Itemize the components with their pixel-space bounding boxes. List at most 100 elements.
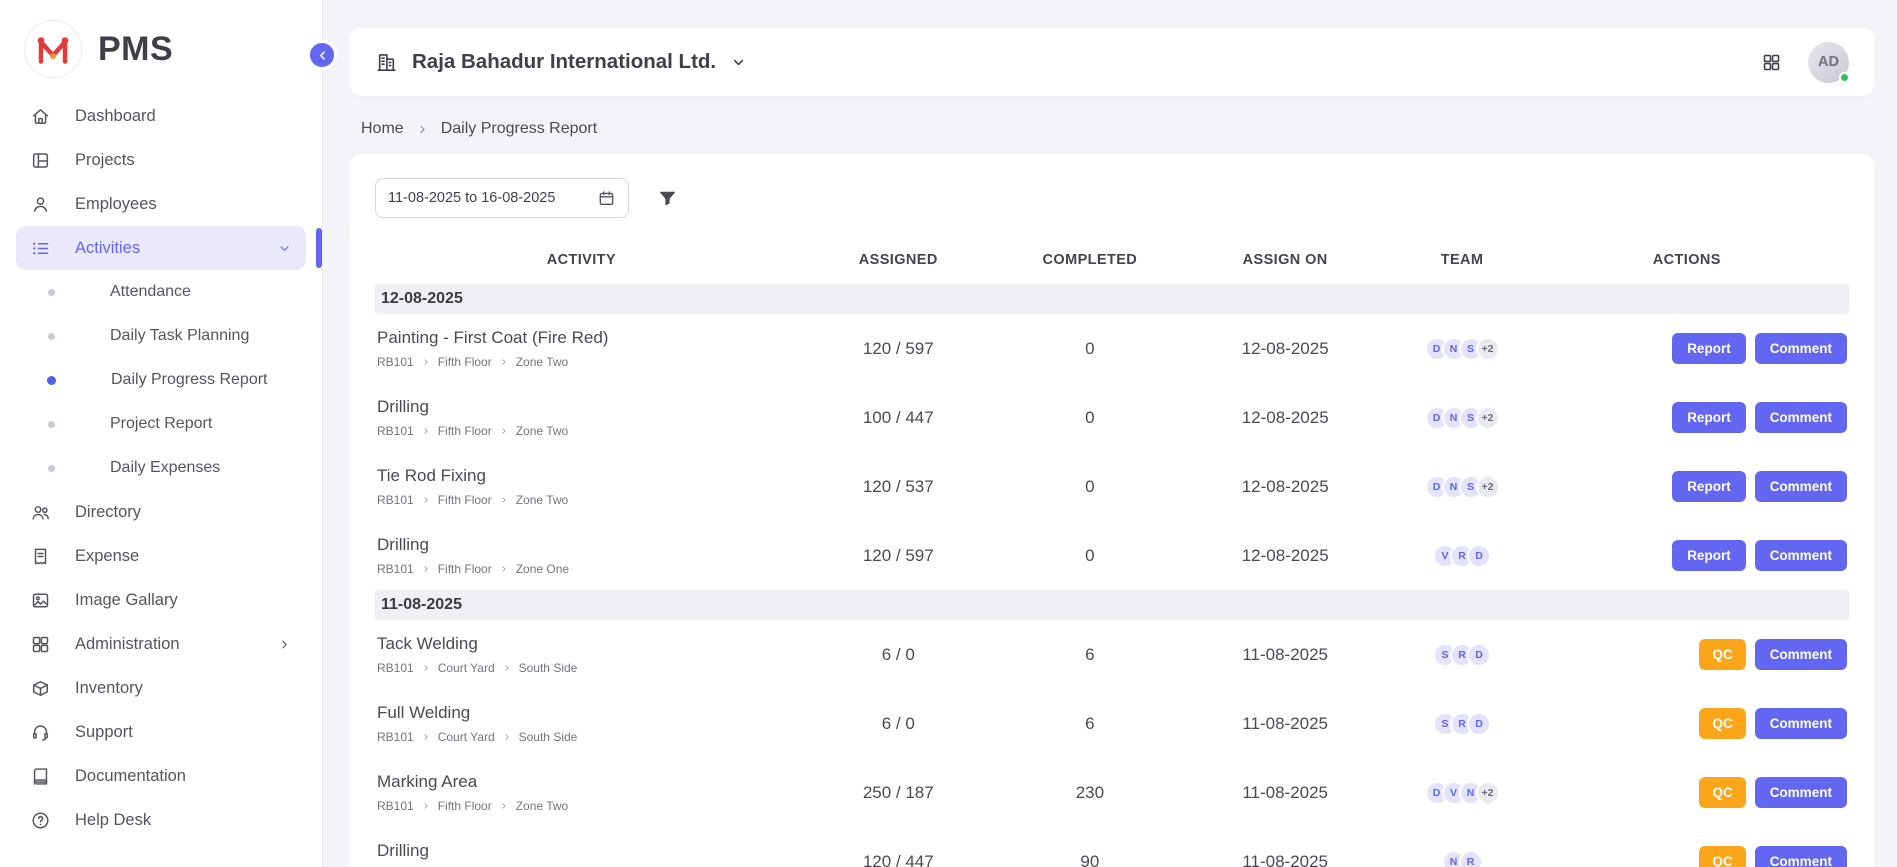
qc-button[interactable]: QC	[1699, 639, 1745, 670]
sidebar-subitem-daily-task-planning[interactable]: Daily Task Planning	[16, 314, 306, 358]
chevron-down-icon	[730, 54, 747, 71]
comment-button[interactable]: Comment	[1755, 540, 1847, 571]
assigned-value: 100 / 447	[788, 408, 1009, 428]
sidebar-item-expense[interactable]: Expense	[16, 534, 306, 578]
date-range-input[interactable]: 11-08-2025 to 16-08-2025	[375, 178, 629, 218]
sidebar-item-label: Image Gallary	[75, 591, 178, 610]
completed-value: 0	[1009, 546, 1171, 566]
sidebar-item-administration[interactable]: Administration	[16, 622, 306, 666]
app-logo[interactable]: PMS	[0, 0, 322, 90]
chevron-right-icon	[421, 801, 431, 811]
sidebar-item-image-gallary[interactable]: Image Gallary	[16, 578, 306, 622]
completed-value: 230	[1009, 783, 1171, 803]
team-avatars: DVN+2	[1399, 781, 1524, 805]
team-avatar[interactable]: D	[1467, 643, 1491, 667]
sidebar-item-label: Administration	[75, 635, 180, 654]
qc-button[interactable]: QC	[1699, 708, 1745, 739]
sidebar-item-employees[interactable]: Employees	[16, 182, 306, 226]
comment-button[interactable]: Comment	[1755, 777, 1847, 808]
qc-button[interactable]: QC	[1699, 846, 1745, 867]
assign-on-value: 12-08-2025	[1171, 546, 1399, 566]
sidebar-item-documentation[interactable]: Documentation	[16, 754, 306, 798]
pms-logo-m-icon	[35, 33, 71, 66]
bullet-icon	[47, 376, 56, 385]
sidebar-subitem-label: Attendance	[110, 283, 191, 301]
team-more-badge[interactable]: +2	[1476, 337, 1500, 361]
projects-icon	[30, 150, 51, 171]
sidebar-item-projects[interactable]: Projects	[16, 138, 306, 182]
sidebar-item-activities[interactable]: Activities	[16, 226, 306, 270]
breadcrumb: Home Daily Progress Report	[361, 120, 1875, 138]
breadcrumb-home[interactable]: Home	[361, 120, 404, 138]
report-button[interactable]: Report	[1672, 402, 1746, 433]
sidebar-item-label: Documentation	[75, 767, 186, 786]
sidebar-item-directory[interactable]: Directory	[16, 490, 306, 534]
sidebar-subitem-daily-progress-report[interactable]: Daily Progress Report	[16, 358, 306, 402]
path-segment: Zone Two	[516, 493, 568, 507]
sidebar-subitem-project-report[interactable]: Project Report	[16, 402, 306, 446]
activity-name: Painting - First Coat (Fire Red)	[377, 328, 778, 348]
sidebar-subitem-daily-expenses[interactable]: Daily Expenses	[16, 446, 306, 490]
chevron-right-icon	[421, 732, 431, 742]
activity-row: DrillingRB101Fifth FloorZone Two120 / 44…	[375, 827, 1849, 867]
sidebar-item-help-desk[interactable]: Help Desk	[16, 798, 306, 842]
activity-row: Tack WeldingRB101Court YardSouth Side6 /…	[375, 620, 1849, 689]
app-name: PMS	[98, 30, 173, 69]
team-more-badge[interactable]: +2	[1476, 781, 1500, 805]
company-selector[interactable]: Raja Bahadur International Ltd.	[375, 50, 747, 74]
main-content: Raja Bahadur International Ltd. AD Home …	[323, 0, 1897, 867]
report-button[interactable]: Report	[1672, 471, 1746, 502]
report-button[interactable]: Report	[1672, 333, 1746, 364]
chevron-right-icon	[499, 801, 509, 811]
team-more-badge[interactable]: +2	[1476, 475, 1500, 499]
comment-button[interactable]: Comment	[1755, 402, 1847, 433]
team-more-badge[interactable]: +2	[1476, 406, 1500, 430]
sidebar-item-support[interactable]: Support	[16, 710, 306, 754]
online-status-dot	[1839, 72, 1850, 83]
sidebar-item-label: Employees	[75, 195, 157, 214]
sidebar-item-dashboard[interactable]: Dashboard	[16, 94, 306, 138]
comment-button[interactable]: Comment	[1755, 333, 1847, 364]
activity-name: Tie Rod Fixing	[377, 466, 778, 486]
team-avatars: NR	[1399, 850, 1524, 867]
path-segment: RB101	[377, 355, 414, 369]
group-date-header: 11-08-2025	[375, 590, 1849, 620]
activity-row: Tie Rod FixingRB101Fifth FloorZone Two12…	[375, 452, 1849, 521]
qc-button[interactable]: QC	[1699, 777, 1745, 808]
team-avatar[interactable]: R	[1459, 850, 1483, 867]
comment-button[interactable]: Comment	[1755, 639, 1847, 670]
path-segment: Zone Two	[516, 355, 568, 369]
activities-icon	[30, 238, 51, 259]
path-segment: RB101	[377, 493, 414, 507]
team-avatar[interactable]: D	[1467, 544, 1491, 568]
sidebar-item-inventory[interactable]: Inventory	[16, 666, 306, 710]
sidebar-subitem-attendance[interactable]: Attendance	[16, 270, 306, 314]
chevron-right-icon	[499, 564, 509, 574]
activity-name: Full Welding	[377, 703, 778, 723]
table-header: ACTIVITY ASSIGNED COMPLETED ASSIGN ON TE…	[375, 236, 1849, 284]
team-avatars: DNS+2	[1399, 406, 1524, 430]
col-assign-on: ASSIGN ON	[1171, 252, 1399, 268]
apps-grid-button[interactable]	[1761, 52, 1782, 73]
comment-button[interactable]: Comment	[1755, 846, 1847, 867]
sidebar-collapse-button[interactable]	[307, 40, 337, 70]
sidebar-item-label: Support	[75, 723, 133, 742]
assigned-value: 6 / 0	[788, 714, 1009, 734]
report-button[interactable]: Report	[1672, 540, 1746, 571]
team-avatar[interactable]: D	[1467, 712, 1491, 736]
sidebar-item-label: Help Desk	[75, 811, 151, 830]
user-avatar[interactable]: AD	[1808, 42, 1849, 83]
path-segment: Court Yard	[438, 661, 495, 675]
sidebar-item-label: Inventory	[75, 679, 143, 698]
activity-name: Drilling	[377, 397, 778, 417]
comment-button[interactable]: Comment	[1755, 471, 1847, 502]
path-segment: Fifth Floor	[438, 424, 492, 438]
comment-button[interactable]: Comment	[1755, 708, 1847, 739]
sidebar-item-label: Projects	[75, 151, 135, 170]
assigned-value: 120 / 537	[788, 477, 1009, 497]
bullet-icon	[48, 333, 55, 340]
row-actions: QC Comment	[1525, 846, 1849, 867]
row-actions: Report Comment	[1525, 402, 1849, 433]
filter-button[interactable]	[657, 188, 678, 209]
team-avatars: DNS+2	[1399, 337, 1524, 361]
